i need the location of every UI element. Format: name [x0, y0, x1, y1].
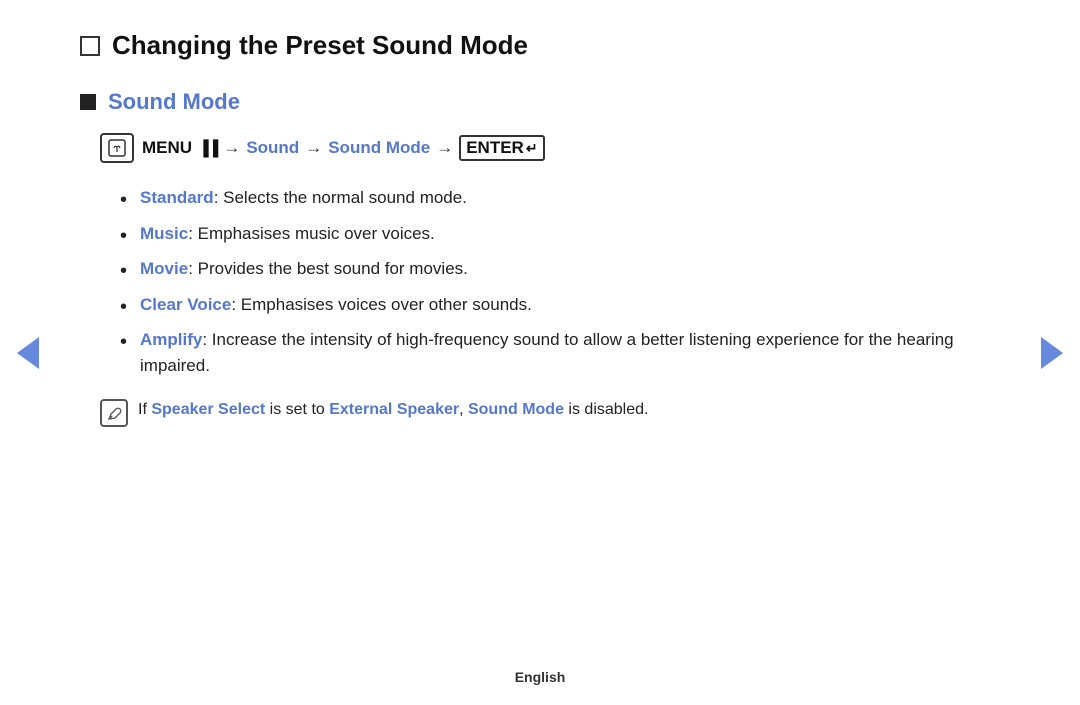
enter-icon: ENTER↵	[459, 135, 544, 161]
main-title: Changing the Preset Sound Mode	[80, 30, 1000, 61]
footer-language: English	[515, 669, 566, 685]
menu-sound-mode: Sound Mode	[328, 138, 430, 158]
section-heading-text: Sound Mode	[108, 89, 240, 115]
page-container: Changing the Preset Sound Mode Sound Mod…	[0, 0, 1080, 705]
note-middle: is set to	[265, 401, 329, 418]
list-item: Music: Emphasises music over voices.	[120, 221, 1000, 247]
menu-hand-icon	[100, 133, 134, 163]
desc-movie: : Provides the best sound for movies.	[188, 259, 468, 278]
arrow-2: →	[305, 138, 322, 158]
note-prefix: If	[138, 401, 151, 418]
main-title-text: Changing the Preset Sound Mode	[112, 30, 528, 61]
checkbox-icon	[80, 36, 100, 56]
term-movie: Movie	[140, 259, 188, 278]
note-comma: ,	[459, 401, 468, 418]
note-term2: External Speaker	[329, 401, 459, 418]
menu-sound: Sound	[246, 138, 299, 158]
desc-standard: : Selects the normal sound mode.	[214, 188, 467, 207]
arrow-3: →	[436, 138, 453, 158]
term-amplify: Amplify	[140, 330, 202, 349]
term-standard: Standard	[140, 188, 214, 207]
list-item: Standard: Selects the normal sound mode.	[120, 185, 1000, 211]
list-item: Clear Voice: Emphasises voices over othe…	[120, 292, 1000, 318]
desc-amplify: : Increase the intensity of high-frequen…	[140, 330, 954, 375]
note-row: If Speaker Select is set to External Spe…	[100, 398, 1000, 427]
menu-path: MENU ▐▐ → Sound → Sound Mode → ENTER↵	[100, 133, 1000, 163]
section-square-icon	[80, 94, 96, 110]
section-heading: Sound Mode	[80, 89, 1000, 115]
note-suffix: is disabled.	[564, 401, 649, 418]
note-text: If Speaker Select is set to External Spe…	[138, 398, 648, 422]
term-clear-voice: Clear Voice	[140, 295, 231, 314]
note-term3: Sound Mode	[468, 401, 564, 418]
list-item: Movie: Provides the best sound for movie…	[120, 256, 1000, 282]
term-music: Music	[140, 224, 188, 243]
arrow-1: →	[223, 138, 240, 158]
menu-label: MENU	[142, 138, 192, 158]
menu-bars-icon: ▐▐	[198, 140, 217, 157]
bullet-list: Standard: Selects the normal sound mode.…	[120, 185, 1000, 378]
list-item: Amplify: Increase the intensity of high-…	[120, 327, 1000, 378]
desc-music: : Emphasises music over voices.	[188, 224, 435, 243]
desc-clear-voice: : Emphasises voices over other sounds.	[231, 295, 531, 314]
note-term1: Speaker Select	[151, 401, 265, 418]
note-icon	[100, 399, 128, 427]
